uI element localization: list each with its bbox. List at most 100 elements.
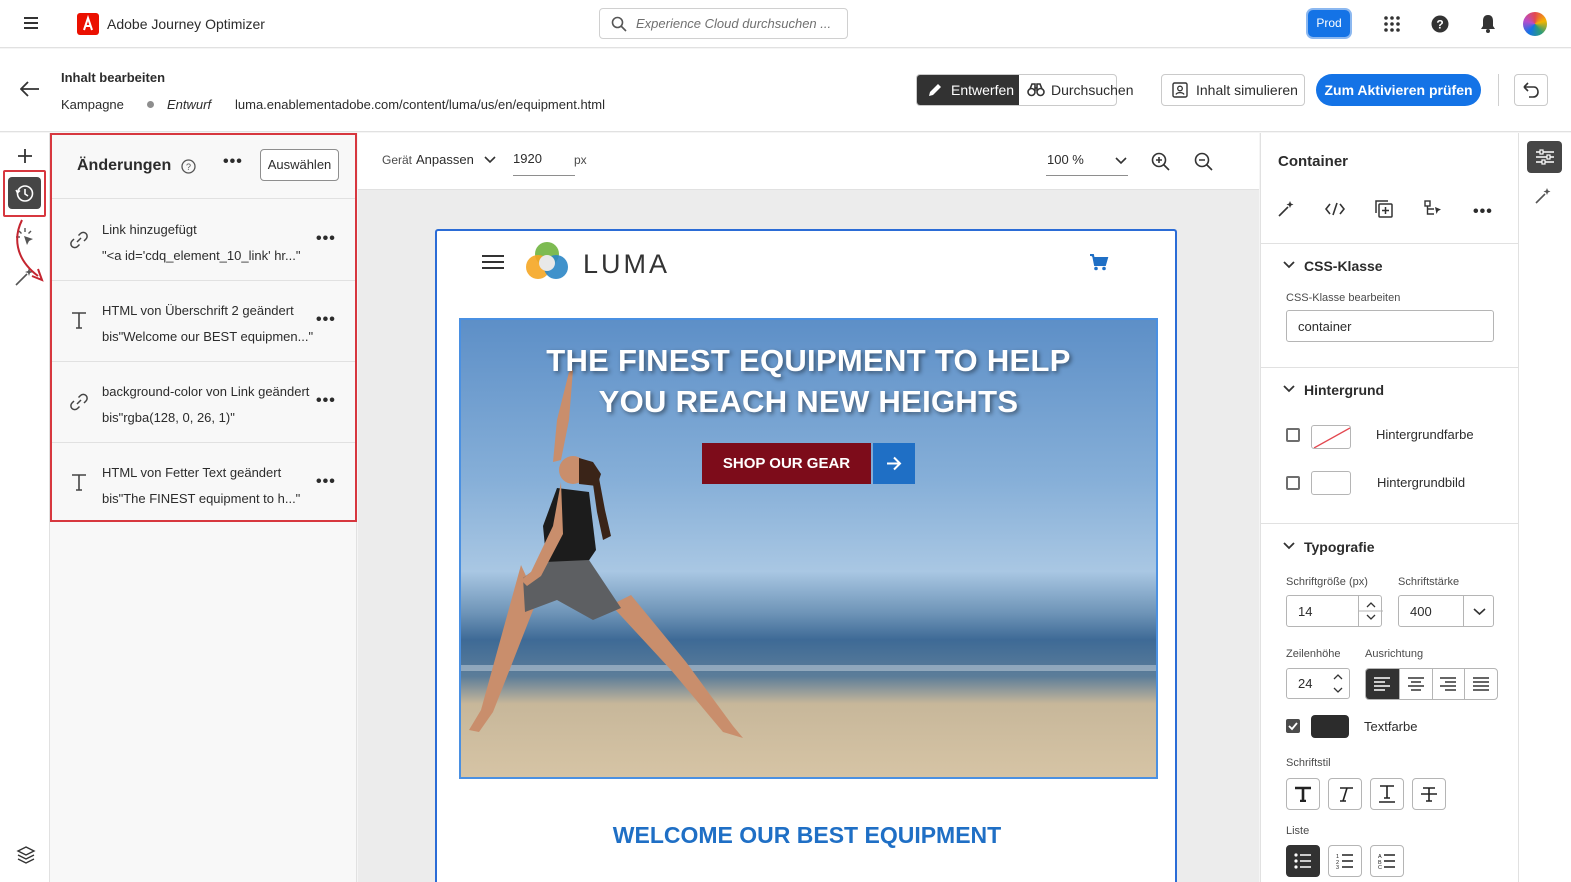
- left-rail: [0, 133, 50, 882]
- chevron-down-icon: [1115, 157, 1127, 165]
- changes-header: Änderungen ? ••• Auswählen: [52, 135, 355, 199]
- device-label: Gerät: [382, 153, 413, 167]
- chevron-down-icon[interactable]: [1283, 385, 1295, 393]
- font-size-value: 14: [1298, 603, 1313, 619]
- text-color-swatch[interactable]: [1311, 715, 1349, 738]
- bold-style-icon[interactable]: [1286, 778, 1320, 810]
- chevron-down-icon[interactable]: [1463, 596, 1494, 626]
- help-circle-icon[interactable]: ?: [181, 159, 196, 174]
- font-weight-value: 400: [1410, 603, 1432, 619]
- zoom-picker[interactable]: 100 %: [1046, 148, 1128, 176]
- properties-panel: Container ••• CSS-Klasse CSS-Klasse bear…: [1260, 133, 1519, 882]
- change-item[interactable]: Link hinzugefügt "<a id='cdq_element_10_…: [52, 200, 355, 281]
- pencil-icon: [927, 82, 943, 98]
- chevron-down-icon[interactable]: [1283, 261, 1295, 269]
- hero-banner[interactable]: THE FINEST EQUIPMENT TO HELP YOU REACH N…: [459, 318, 1158, 779]
- device-picker[interactable]: Anpassen: [416, 152, 496, 172]
- notifications-bell-icon[interactable]: [1480, 14, 1496, 33]
- browse-mode-button[interactable]: Durchsuchen: [1019, 75, 1134, 105]
- change-item[interactable]: HTML von Fetter Text geändert bis"The FI…: [52, 443, 355, 520]
- design-mode-button[interactable]: Entwerfen: [917, 75, 1019, 105]
- svg-text:3: 3: [1336, 865, 1339, 869]
- underline-style-icon[interactable]: [1370, 778, 1404, 810]
- ai-wand-icon[interactable]: [1277, 200, 1295, 218]
- zoom-out-icon[interactable]: [1194, 152, 1213, 171]
- width-unit: px: [574, 153, 587, 167]
- change-more-icon[interactable]: •••: [316, 311, 336, 329]
- numbered-list-icon[interactable]: 123: [1328, 845, 1362, 877]
- bg-color-checkbox[interactable]: [1286, 428, 1300, 442]
- font-size-stepper[interactable]: [1358, 596, 1383, 626]
- apps-grid-icon[interactable]: [1383, 15, 1401, 33]
- preview-menu-icon[interactable]: [482, 254, 504, 270]
- bg-image-checkbox[interactable]: [1286, 476, 1300, 490]
- line-height-input[interactable]: 24: [1286, 668, 1350, 699]
- back-arrow-icon[interactable]: [20, 81, 40, 97]
- history-button[interactable]: [8, 177, 41, 209]
- font-weight-select[interactable]: 400: [1398, 595, 1494, 627]
- welcome-heading[interactable]: WELCOME OUR BEST EQUIPMENT: [437, 822, 1177, 849]
- code-icon[interactable]: [1325, 202, 1345, 216]
- font-size-label: Schriftgröße (px): [1286, 576, 1368, 588]
- add-container-icon[interactable]: [1375, 200, 1393, 218]
- font-size-input[interactable]: 14: [1286, 595, 1383, 627]
- line-height-stepper[interactable]: [1326, 669, 1350, 698]
- css-edit-label: CSS-Klasse bearbeiten: [1286, 292, 1401, 304]
- change-item[interactable]: background-color von Link geändert bis"r…: [52, 362, 355, 443]
- css-section-title[interactable]: CSS-Klasse: [1304, 258, 1383, 274]
- select-button[interactable]: Auswählen: [260, 149, 339, 181]
- change-item[interactable]: HTML von Überschrift 2 geändert bis"Welc…: [52, 281, 355, 362]
- cart-icon[interactable]: [1089, 253, 1109, 271]
- section-divider: [1261, 367, 1519, 368]
- ai-assistant-wand-icon[interactable]: [1534, 187, 1552, 205]
- background-section-title[interactable]: Hintergrund: [1304, 382, 1384, 398]
- sliders-icon: [1536, 149, 1554, 165]
- zoom-in-icon[interactable]: [1151, 152, 1170, 171]
- typography-section-title[interactable]: Typografie: [1304, 539, 1375, 555]
- align-right-icon[interactable]: [1431, 669, 1465, 699]
- app-title[interactable]: Adobe Journey Optimizer: [107, 16, 265, 32]
- align-center-icon[interactable]: [1398, 669, 1432, 699]
- add-icon[interactable]: [17, 148, 33, 164]
- top-bar: Adobe Journey Optimizer Experience Cloud…: [0, 0, 1571, 48]
- more-options-icon[interactable]: •••: [1473, 203, 1493, 221]
- environment-badge[interactable]: Prod: [1308, 10, 1350, 37]
- more-options-icon[interactable]: •••: [223, 153, 243, 171]
- right-rail: [1518, 133, 1571, 882]
- user-avatar[interactable]: [1523, 12, 1547, 36]
- text-color-checkbox[interactable]: [1286, 719, 1300, 733]
- css-class-input[interactable]: container: [1286, 310, 1494, 342]
- undo-button[interactable]: [1514, 74, 1548, 106]
- campaign-type: Kampagne: [61, 97, 124, 112]
- layers-icon[interactable]: [16, 845, 36, 865]
- pointer-arrow-annotation: [14, 218, 50, 288]
- italic-style-icon[interactable]: [1328, 778, 1362, 810]
- hamburger-menu-icon[interactable]: [24, 16, 40, 30]
- lettered-list-icon[interactable]: ABC: [1370, 845, 1404, 877]
- chevron-down-icon: [484, 156, 496, 164]
- change-more-icon[interactable]: •••: [316, 392, 336, 410]
- chevron-down-icon[interactable]: [1283, 542, 1295, 550]
- simulate-content-button[interactable]: Inhalt simulieren: [1161, 74, 1305, 106]
- bg-image-swatch[interactable]: [1311, 471, 1351, 495]
- bullet-list-icon[interactable]: [1286, 845, 1320, 877]
- bg-color-swatch[interactable]: [1311, 425, 1351, 449]
- help-icon[interactable]: ?: [1431, 15, 1449, 33]
- review-to-activate-button[interactable]: Zum Aktivieren prüfen: [1316, 74, 1481, 106]
- search-box[interactable]: Experience Cloud durchsuchen ...: [599, 8, 848, 39]
- search-icon: [611, 16, 627, 32]
- shop-our-gear-button[interactable]: SHOP OUR GEAR: [702, 443, 871, 484]
- change-more-icon[interactable]: •••: [316, 473, 336, 491]
- luma-brand: LUMA: [583, 249, 671, 279]
- select-parent-icon[interactable]: [1424, 200, 1442, 218]
- align-left-icon[interactable]: [1366, 669, 1399, 699]
- align-justify-icon[interactable]: [1464, 669, 1497, 699]
- width-input[interactable]: 1920: [513, 148, 575, 176]
- status-dot: [147, 101, 154, 108]
- canvas-toolbar: Gerät Anpassen 1920 px 100 %: [358, 133, 1259, 190]
- alignment-label: Ausrichtung: [1365, 648, 1424, 660]
- properties-tab-button[interactable]: [1527, 141, 1562, 173]
- strikethrough-style-icon[interactable]: [1412, 778, 1446, 810]
- shop-arrow-button[interactable]: [873, 443, 915, 484]
- change-more-icon[interactable]: •••: [316, 230, 336, 248]
